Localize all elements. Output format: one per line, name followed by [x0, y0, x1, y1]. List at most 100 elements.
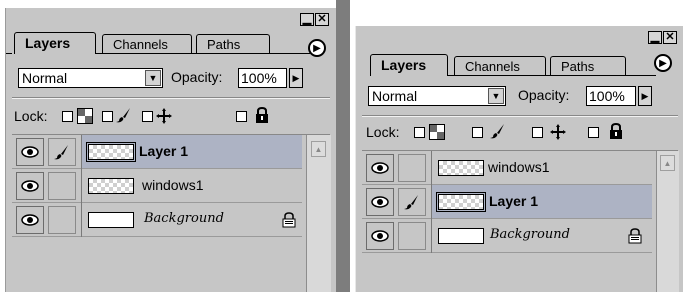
- lock-icon: [628, 228, 642, 244]
- layer-main: Layer 1: [432, 185, 652, 218]
- brush-icon: [490, 124, 504, 139]
- opacity-input[interactable]: 100%: [586, 86, 636, 106]
- blend-mode-select[interactable]: Normal ▼: [368, 86, 506, 106]
- layer-row[interactable]: Layer 1: [12, 135, 302, 169]
- tab-bar: Layers Channels Paths: [6, 28, 334, 54]
- chevron-down-icon[interactable]: ▼: [145, 70, 161, 86]
- brush-icon: [54, 145, 68, 160]
- layer-name: Background: [144, 211, 224, 226]
- layer-thumbnail: [438, 228, 484, 244]
- layer-row[interactable]: windows1: [362, 151, 652, 185]
- lock-all-checkbox[interactable]: [588, 127, 599, 138]
- window-buttons: ▁ ✕: [648, 31, 677, 45]
- close-button[interactable]: ✕: [315, 13, 329, 26]
- tab-layers[interactable]: Layers: [370, 54, 448, 76]
- brush-icon: [404, 195, 418, 210]
- layer-main: windows1: [82, 169, 302, 202]
- column-divider: [81, 135, 82, 237]
- panel-menu-arrow-icon[interactable]: ▶: [654, 54, 672, 72]
- tab-baseline: [448, 75, 656, 76]
- eye-icon: [21, 214, 39, 226]
- tab-paths[interactable]: Paths: [196, 34, 270, 54]
- opacity-arrow-button[interactable]: ▶: [638, 86, 652, 106]
- layers-palette-right: ▁ ✕ Layers Channels Paths ▶ Normal ▼ Opa…: [355, 26, 683, 292]
- eye-icon: [21, 180, 39, 192]
- eye-icon: [371, 230, 389, 242]
- visibility-toggle[interactable]: [16, 206, 44, 234]
- layers-palette-left: ▁ ✕ Layers Channels Paths ▶ Normal ▼ Opa…: [5, 8, 336, 292]
- visibility-toggle[interactable]: [366, 222, 394, 250]
- layer-row[interactable]: Background: [362, 219, 652, 253]
- visibility-toggle[interactable]: [366, 154, 394, 182]
- layer-row[interactable]: Background: [12, 203, 302, 237]
- layer-thumbnail: [88, 178, 134, 194]
- layer-name: windows1: [488, 159, 550, 175]
- link-brush-cell[interactable]: [48, 138, 76, 166]
- blend-mode-value: Normal: [372, 88, 418, 104]
- lock-icon: [610, 123, 622, 139]
- opacity-label: Opacity:: [171, 69, 223, 85]
- lock-transparency-checkbox[interactable]: [414, 127, 425, 138]
- scroll-up-button[interactable]: ▲: [311, 141, 326, 157]
- blend-mode-select[interactable]: Normal ▼: [18, 68, 163, 88]
- link-brush-cell[interactable]: [48, 172, 76, 200]
- layer-row[interactable]: windows1: [12, 169, 302, 203]
- tab-layers[interactable]: Layers: [14, 32, 96, 54]
- panel-menu-arrow-icon[interactable]: ▶: [308, 39, 326, 57]
- opacity-label: Opacity:: [518, 87, 570, 103]
- eye-icon: [371, 196, 389, 208]
- link-brush-cell[interactable]: [398, 154, 426, 182]
- layer-main: Background: [82, 203, 302, 236]
- lock-icon: [282, 212, 296, 228]
- lock-position-checkbox[interactable]: [142, 111, 153, 122]
- close-button[interactable]: ✕: [663, 31, 677, 44]
- tab-channels[interactable]: Channels: [102, 34, 192, 54]
- opacity-arrow-button[interactable]: ▶: [289, 68, 303, 88]
- visibility-toggle[interactable]: [16, 138, 44, 166]
- layer-name: Layer 1: [489, 193, 539, 209]
- link-brush-cell[interactable]: [398, 222, 426, 250]
- visibility-toggle[interactable]: [366, 188, 394, 216]
- scrollbar[interactable]: ▲: [656, 151, 679, 292]
- link-brush-cell[interactable]: [398, 188, 426, 216]
- layer-name: windows1: [142, 177, 204, 193]
- blend-mode-value: Normal: [22, 70, 68, 86]
- lock-image-checkbox[interactable]: [102, 111, 113, 122]
- layer-main: Background: [432, 219, 652, 252]
- layer-name: Background: [490, 227, 570, 242]
- layers-list: windows1 Layer 1 Background ▲: [362, 151, 679, 292]
- layer-name: Layer 1: [139, 143, 189, 159]
- layer-thumbnail: [436, 192, 486, 212]
- layer-thumbnail: [88, 212, 134, 228]
- scroll-up-button[interactable]: ▲: [660, 155, 675, 171]
- layer-main: Layer 1: [82, 135, 302, 168]
- lock-image-checkbox[interactable]: [472, 127, 483, 138]
- lock-label: Lock:: [14, 108, 48, 124]
- transparency-lock-icon: [77, 108, 93, 124]
- scrollbar[interactable]: ▲: [306, 135, 331, 292]
- layers-list: Layer 1 windows1 Background ▲: [12, 135, 331, 292]
- layer-row[interactable]: Layer 1: [362, 185, 652, 219]
- column-divider: [431, 151, 432, 253]
- tab-baseline: [6, 53, 12, 54]
- lock-all-checkbox[interactable]: [236, 111, 247, 122]
- tab-bar: Layers Channels Paths: [364, 50, 683, 76]
- panel-gap: [336, 0, 350, 292]
- visibility-toggle[interactable]: [16, 172, 44, 200]
- tab-paths[interactable]: Paths: [550, 56, 626, 76]
- lock-transparency-checkbox[interactable]: [62, 111, 73, 122]
- lock-icon: [256, 107, 268, 123]
- eye-icon: [371, 162, 389, 174]
- opacity-input[interactable]: 100%: [238, 68, 287, 88]
- link-brush-cell[interactable]: [48, 206, 76, 234]
- layer-thumbnail: [86, 142, 136, 162]
- minimize-button[interactable]: ▁: [300, 13, 314, 26]
- chevron-down-icon[interactable]: ▼: [488, 88, 504, 104]
- lock-label: Lock:: [366, 124, 400, 140]
- lock-position-checkbox[interactable]: [532, 127, 543, 138]
- eye-icon: [21, 146, 39, 158]
- tab-channels[interactable]: Channels: [454, 56, 546, 76]
- minimize-button[interactable]: ▁: [648, 31, 662, 44]
- move-icon: [156, 108, 172, 124]
- transparency-lock-icon: [429, 124, 445, 140]
